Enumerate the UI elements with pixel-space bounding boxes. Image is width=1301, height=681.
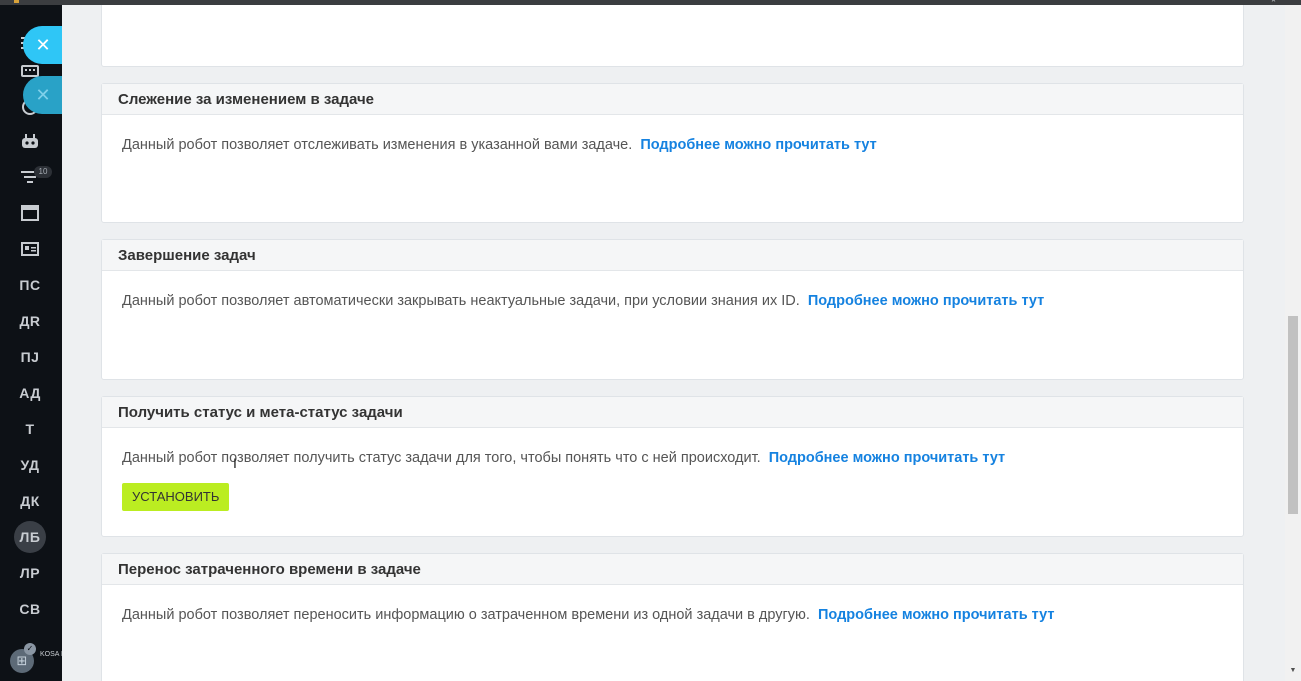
contact-card-icon[interactable] [12, 235, 48, 263]
robot-card-body: Данный робот позволяет отслеживать измен… [102, 115, 1243, 153]
robot-card: Получить статус и мета-статус задачи Дан… [101, 396, 1244, 537]
sidebar-item-dr[interactable]: ДR [12, 307, 48, 335]
robot-icon[interactable] [12, 127, 48, 155]
robot-card: Завершение задач Данный робот позволяет … [101, 239, 1244, 380]
sidebar-item-pj[interactable]: ПJ [12, 343, 48, 371]
scroll-down-arrow-icon[interactable]: ▼ [1289, 667, 1297, 675]
window-icon[interactable] [12, 199, 48, 227]
robot-card: Перенос затраченного времени в задаче Да… [101, 553, 1244, 681]
sidebar-item-lb-avatar[interactable]: ЛБ [14, 521, 46, 553]
close-panel-button-secondary[interactable]: ✕ [23, 76, 63, 114]
robot-card-description: Данный робот позволяет переносить информ… [122, 607, 810, 623]
robot-card-body: Данный робот позволяет переносить информ… [102, 585, 1243, 623]
filter-count-badge: 10 [34, 166, 52, 178]
robot-card-title: Получить статус и мета-статус задачи [102, 397, 1243, 428]
read-more-link[interactable]: Подробнее можно прочитать тут [808, 293, 1044, 309]
close-icon: ✕ [35, 84, 51, 105]
company-logo-text: KOSA ВСЁ [40, 651, 62, 658]
robot-card-previous [101, 5, 1244, 67]
install-button[interactable]: УСТАНОВИТЬ [122, 483, 230, 511]
robot-card-description: Данный робот позволяет автоматически зак… [122, 293, 800, 309]
sidebar-item-ad[interactable]: АД [12, 379, 48, 407]
window-close-icon[interactable]: ✕ [1271, 0, 1279, 4]
robot-card-body: Данный робот позволяет автоматически зак… [102, 271, 1243, 309]
read-more-link[interactable]: Подробнее можно прочитать тут [769, 450, 1005, 466]
sidebar-item-dk[interactable]: ДК [12, 487, 48, 515]
text-cursor-icon: I [233, 455, 237, 471]
sidebar-item-ud[interactable]: УД [12, 451, 48, 479]
read-more-link[interactable]: Подробнее можно прочитать тут [640, 137, 876, 153]
sidebar-item-sv[interactable]: СВ [12, 595, 48, 623]
close-icon: ✕ [35, 34, 51, 55]
robot-card-title: Завершение задач [102, 240, 1243, 271]
sidebar-item-lr[interactable]: ЛР [12, 559, 48, 587]
company-logo[interactable]: ⊞ ✓ KOSA ВСЁ [10, 643, 62, 675]
robot-card-title: Перенос затраченного времени в задаче [102, 554, 1243, 585]
robot-card-title: Слежение за изменением в задаче [102, 84, 1243, 115]
check-icon: ✓ [24, 643, 36, 655]
sidebar-item-ps[interactable]: ПС [12, 271, 48, 299]
robots-list: Слежение за изменением в задаче Данный р… [62, 5, 1285, 681]
close-panel-button[interactable]: ✕ [23, 26, 63, 64]
scrollbar-thumb[interactable] [1288, 316, 1298, 514]
robot-card-description: Данный робот позволяет отслеживать измен… [122, 137, 633, 153]
read-more-link[interactable]: Подробнее можно прочитать тут [818, 607, 1054, 623]
robot-card-description: Данный робот позволяет получить статус з… [122, 450, 761, 466]
sidebar-item-t[interactable]: Т [12, 415, 48, 443]
robot-card: Слежение за изменением в задаче Данный р… [101, 83, 1244, 223]
window-app-icon [14, 0, 19, 3]
robot-card-body: Данный робот позволяет получить статус з… [102, 428, 1243, 511]
